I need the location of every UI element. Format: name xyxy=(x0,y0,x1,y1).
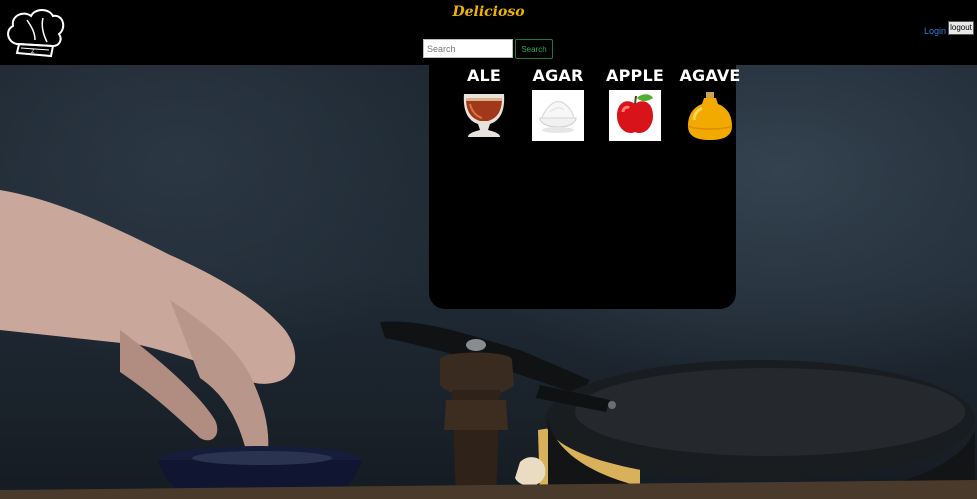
result-card-agave[interactable]: AGAVE xyxy=(675,65,745,140)
red-apple-image[interactable] xyxy=(609,90,661,141)
brand-title: Delicioso xyxy=(452,4,525,20)
logout-button[interactable]: logout xyxy=(948,21,974,35)
ale-glass-image[interactable] xyxy=(458,90,510,141)
result-card-apple[interactable]: APPLE xyxy=(600,65,670,141)
search-results-panel: ALE AGAR APPLE AGAVE xyxy=(429,65,740,309)
result-card-ale[interactable]: ALE xyxy=(449,65,519,137)
login-link[interactable]: Login xyxy=(924,26,946,36)
search-input[interactable] xyxy=(423,39,513,58)
top-navbar: Z Delicioso Search Login logout xyxy=(0,0,977,65)
search-button[interactable]: Search xyxy=(515,39,553,59)
result-card-agar[interactable]: AGAR xyxy=(523,65,593,141)
result-title: AGAR xyxy=(532,66,584,85)
agave-syrup-jar-image[interactable] xyxy=(684,90,736,141)
agar-powder-bowl-image[interactable] xyxy=(532,90,584,141)
svg-text:Z: Z xyxy=(31,49,35,55)
result-title: AGAVE xyxy=(679,66,741,85)
search-form: Search xyxy=(423,39,553,59)
result-title: APPLE xyxy=(606,66,664,85)
result-title: ALE xyxy=(466,66,502,85)
